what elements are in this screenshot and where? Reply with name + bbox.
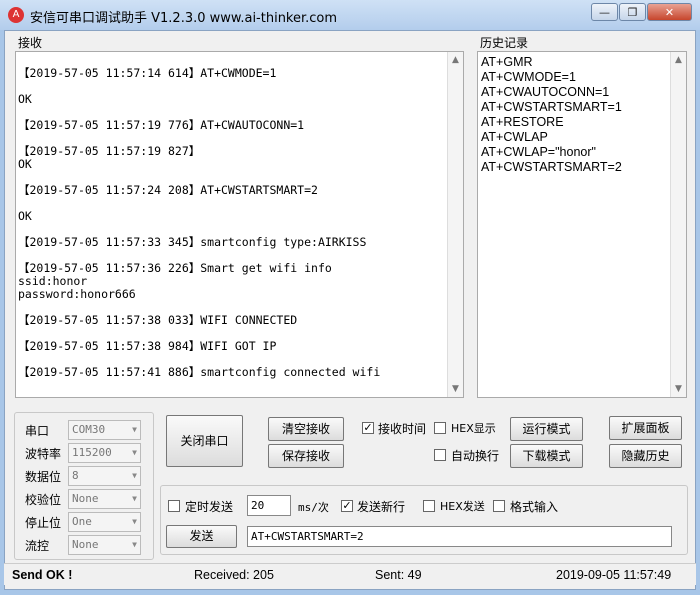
chevron-down-icon: ▼ [132,425,137,434]
close-button[interactable]: ✕ [647,3,692,21]
receive-line: 【2019-57-05 11:57:19 827】 [18,144,201,158]
receive-line: 【2019-57-05 11:57:19 776】AT+CWAUTOCONN=1 [18,118,305,132]
hide-history-button[interactable]: 隐藏历史 [609,444,682,468]
parity-label: 校验位 [25,493,62,507]
port-label: 串口 [25,424,50,438]
history-item[interactable]: AT+CWLAP [481,130,667,145]
scroll-down-arrow-icon[interactable]: ▼ [671,381,686,397]
status-message: Send OK ! [12,568,73,582]
hex-display-label: HEX显示 [451,422,496,435]
databits-select[interactable]: 8 ▼ [68,466,141,486]
send-newline-checkbox[interactable]: ✓ [341,500,353,512]
history-item[interactable]: AT+CWLAP="honor" [481,145,667,160]
history-item[interactable]: AT+CWAUTOCONN=1 [481,85,667,100]
interval-input[interactable]: 20 [247,495,291,516]
receive-scrollbar[interactable]: ▲ ▼ [447,52,463,397]
close-port-button[interactable]: 关闭串口 [166,415,243,467]
receive-label: 接收 [18,36,43,50]
status-bar: Send OK ! Received: 205 Sent: 49 2019-09… [4,563,696,585]
send-input[interactable]: AT+CWSTARTSMART=2 [247,526,672,547]
history-scrollbar[interactable]: ▲ ▼ [670,52,686,397]
receive-textarea[interactable]: 【2019-57-05 11:57:14 614】AT+CWMODE=1 OK 【2… [18,54,446,394]
history-item[interactable]: AT+CWMODE=1 [481,70,667,85]
hex-display-checkbox[interactable] [434,422,446,434]
history-item[interactable]: AT+CWSTARTSMART=2 [481,160,667,175]
history-label: 历史记录 [480,36,529,50]
chevron-down-icon: ▼ [132,471,137,480]
timed-send-checkbox[interactable] [168,500,180,512]
checkmark-icon: ✓ [363,421,373,434]
restore-button[interactable]: ❐ [619,3,646,21]
receive-line: OK [18,157,32,171]
interval-unit-label: ms/次 [298,501,329,514]
flow-label: 流控 [25,539,50,553]
flow-select[interactable]: None ▼ [68,535,141,555]
window-title: 安信可串口调试助手 V1.2.3.0 www.ai-thinker.com [30,11,338,26]
receive-time-checkbox[interactable]: ✓ [362,422,374,434]
receive-line [18,197,446,210]
history-item[interactable]: AT+GMR [481,55,667,70]
parity-select[interactable]: None ▼ [68,489,141,509]
history-item[interactable]: AT+CWSTARTSMART=1 [481,100,667,115]
stopbits-value: One [72,515,92,528]
format-input-label: 格式输入 [510,500,559,514]
hex-send-checkbox[interactable] [423,500,435,512]
port-select[interactable]: COM30 ▼ [68,420,141,440]
databits-value: 8 [72,469,79,482]
received-count: Received: 205 [194,568,274,582]
flow-value: None [72,538,99,551]
checkmark-icon: ✓ [342,499,352,512]
scroll-down-arrow-icon[interactable]: ▼ [448,381,463,397]
hex-send-label: HEX发送 [440,500,485,513]
receive-line: 【2019-57-05 11:57:24 208】AT+CWSTARTSMART… [18,183,318,197]
run-mode-button[interactable]: 运行模式 [510,417,583,441]
download-mode-button[interactable]: 下载模式 [510,444,583,468]
history-item[interactable]: AT+RESTORE [481,115,667,130]
history-list[interactable]: AT+GMR AT+CWMODE=1 AT+CWAUTOCONN=1 AT+CWSTA… [481,55,667,393]
history-panel[interactable]: AT+GMR AT+CWMODE=1 AT+CWAUTOCONN=1 AT+CWSTA… [477,51,687,398]
chevron-down-icon: ▼ [132,494,137,503]
timed-send-label: 定时发送 [185,500,234,514]
receive-line: 【2019-57-05 11:57:38 033】WIFI CONNECTED [18,313,298,327]
port-value: COM30 [72,423,106,436]
auto-newline-checkbox[interactable] [434,449,446,461]
stopbits-select[interactable]: One ▼ [68,512,141,532]
send-button[interactable]: 发送 [166,525,237,548]
expand-panel-button[interactable]: 扩展面板 [609,416,682,440]
minimize-button[interactable]: — [591,3,618,21]
receive-line: 【2019-57-05 11:57:14 614】AT+CWMODE=1 [18,66,277,80]
receive-time-label: 接收时间 [378,422,427,436]
chevron-down-icon: ▼ [132,517,137,526]
save-receive-button[interactable]: 保存接收 [268,444,344,468]
receive-panel[interactable]: 【2019-57-05 11:57:14 614】AT+CWMODE=1 OK 【2… [15,51,464,398]
receive-line: 【2019-57-05 11:57:38 984】WIFI GOT IP [18,339,277,353]
ai-thinker-logo-icon: A [8,7,24,23]
chevron-down-icon: ▼ [132,448,137,457]
databits-label: 数据位 [25,470,62,484]
parity-value: None [72,492,99,505]
send-newline-label: 发送新行 [357,500,406,514]
clear-receive-button[interactable]: 清空接收 [268,417,344,441]
baud-value: 115200 [72,446,112,459]
scroll-up-arrow-icon[interactable]: ▲ [448,52,463,68]
receive-line: OK [18,209,32,223]
scroll-up-arrow-icon[interactable]: ▲ [671,52,686,68]
receive-line: password:honor666 [18,287,136,301]
receive-line: 【2019-57-05 11:57:33 345】smartconfig typ… [18,235,367,249]
sent-count: Sent: 49 [375,568,422,582]
baud-select[interactable]: 115200 ▼ [68,443,141,463]
stopbits-label: 停止位 [25,516,62,530]
receive-line [18,80,446,93]
format-input-checkbox[interactable] [493,500,505,512]
auto-newline-label: 自动换行 [451,449,500,463]
receive-line: 【2019-57-05 11:57:41 886】smartconfig con… [18,365,381,379]
chevron-down-icon: ▼ [132,540,137,549]
title-bar[interactable]: A 安信可串口调试助手 V1.2.3.0 www.ai-thinker.com … [0,0,700,30]
baud-label: 波特率 [25,447,62,461]
status-datetime: 2019-09-05 11:57:49 [556,568,672,582]
receive-line: OK [18,92,32,106]
